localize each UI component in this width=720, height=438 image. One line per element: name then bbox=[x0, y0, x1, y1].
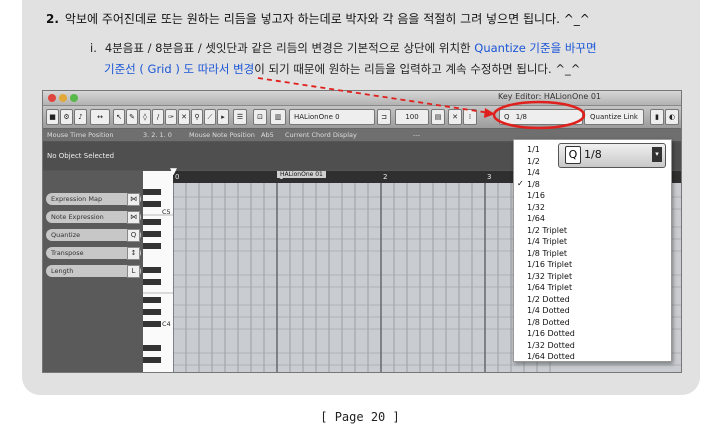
quantize-menu-item[interactable]: 1/16 bbox=[527, 190, 545, 201]
quantize-menu-item[interactable]: 1/2 Dotted bbox=[527, 294, 570, 305]
chevron-down-icon: ▾ bbox=[652, 147, 662, 162]
checkmark-icon: ✓ bbox=[517, 178, 524, 188]
quantize-menu-item[interactable]: 1/64 Dotted bbox=[527, 351, 575, 362]
quantize-menu-item[interactable]: 1/8 Triplet bbox=[527, 248, 567, 259]
quantize-menu-item[interactable]: 1/8 Dotted bbox=[527, 317, 570, 328]
quantize-menu-item[interactable]: 1/16 Dotted bbox=[527, 328, 575, 339]
quantize-highlight-ellipse bbox=[492, 100, 586, 130]
zoom-q-icon: Q bbox=[565, 146, 581, 164]
quantize-menu-item[interactable]: 1/32 bbox=[527, 202, 545, 213]
quantize-menu-item[interactable]: 1/64 bbox=[527, 213, 545, 224]
annotation-arrow-line bbox=[257, 77, 491, 114]
quantize-menu-item[interactable]: 1/16 Triplet bbox=[527, 259, 572, 270]
quantize-dropdown-menu: 1/1 1/2 1/4 ✓ 1/8 1/16 1/32 1/64 1/2 Triplet 1/4 … bbox=[513, 139, 672, 362]
zoom-quantize-value: 1/8 bbox=[584, 148, 602, 161]
quantize-menu-item[interactable]: 1/2 bbox=[527, 156, 540, 167]
page-footer: [ Page 20 ] bbox=[320, 410, 400, 424]
quantize-menu-item[interactable]: 1/32 Dotted bbox=[527, 340, 575, 351]
quantize-menu-item[interactable]: 1/4 Triplet bbox=[527, 236, 567, 247]
quantize-menu-item[interactable]: 1/8 bbox=[527, 179, 540, 190]
quantize-menu-item[interactable]: 1/4 bbox=[527, 167, 540, 178]
quantize-menu-item[interactable]: 1/2 Triplet bbox=[527, 225, 567, 236]
quantize-zoom-callout: Q 1/8 ▾ bbox=[558, 143, 666, 168]
quantize-menu-item[interactable]: 1/32 Triplet bbox=[527, 271, 572, 282]
quantize-menu-item[interactable]: 1/4 Dotted bbox=[527, 305, 570, 316]
quantize-menu-item[interactable]: 1/64 Triplet bbox=[527, 282, 572, 293]
quantize-menu-item[interactable]: 1/1 bbox=[527, 144, 540, 155]
